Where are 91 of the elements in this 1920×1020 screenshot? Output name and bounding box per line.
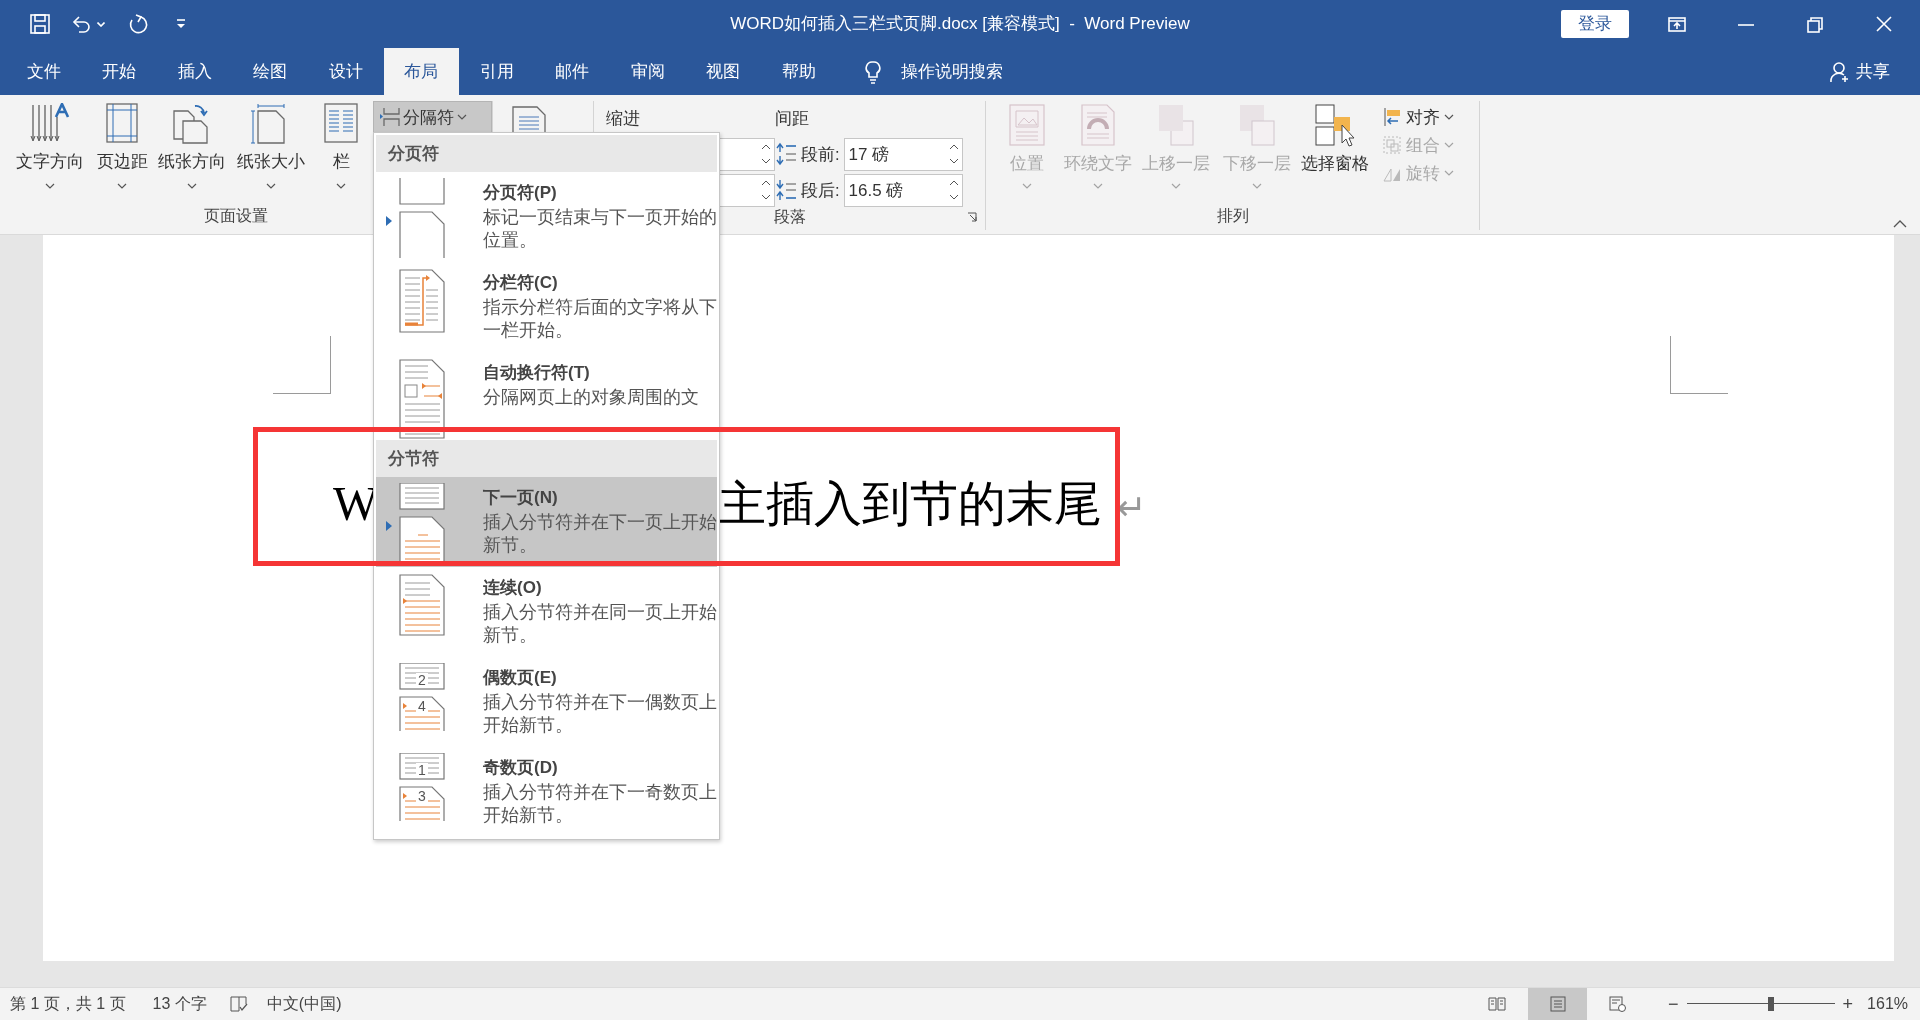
caret-icon [1444,114,1454,120]
caret-icon [1444,142,1454,148]
zoom-in-button[interactable]: + [1834,995,1862,1013]
document-text: W [333,476,379,532]
group-label: 排列 [1216,206,1249,227]
ribbon-button[interactable]: 纸张方向 [152,101,232,201]
caret-icon [266,183,276,189]
ribbon-tab[interactable]: 开始 [81,48,157,95]
ribbon-tab[interactable]: 布局 [383,48,459,95]
corner-mark [273,336,331,394]
caret-icon [187,183,197,189]
spacing-field[interactable]: 17 磅 [843,137,963,171]
collapse-ribbon-icon[interactable] [1893,220,1907,228]
caret-icon [1093,183,1103,189]
caret-icon [1022,183,1032,189]
ribbon-button[interactable]: 对齐 [1382,103,1454,131]
search-field[interactable]: 操作说明搜索 [900,58,1003,85]
section-label: 缩进 [606,108,641,129]
save-icon[interactable] [29,13,51,35]
close-icon[interactable] [1874,15,1893,33]
ribbon-button[interactable]: 纸张大小 [232,101,310,201]
paragraph-mark: ↵ [1116,486,1147,530]
ribbon-button[interactable]: 栏 [310,101,372,201]
caret-icon [1252,183,1262,189]
document-text: 主插入到节的末尾 [718,476,1103,532]
caret-icon [457,114,467,120]
page-break-icon [398,178,446,260]
text-wrapping-icon [398,358,446,440]
ribbon-tab[interactable]: 审阅 [610,48,686,95]
dropdown-caret-icon[interactable] [97,21,105,27]
sign-in-button[interactable]: 登录 [1561,10,1629,38]
breaks-button[interactable]: 分隔符 [373,101,492,133]
menu-item[interactable]: 连续(O) 插入分节符并在同一页上开始新节。 [376,567,717,657]
ribbon-button[interactable]: 页边距 [92,101,152,201]
view-icon [1607,995,1626,1013]
ribbon-tab[interactable]: 设计 [308,48,384,95]
caret-icon [1444,170,1454,176]
menu-item[interactable]: 下一页(N) 插入分节符并在下一页上开始新节。 [376,477,717,567]
section-label: 间距 [775,108,810,129]
selection-pane-icon [1314,103,1356,147]
window-title: WORD如何插入三栏式页脚.docx [兼容模式] - Word Preview [730,13,1190,36]
page-count: 第 1 页，共 1 页 [10,994,126,1014]
group-icon [1382,135,1402,155]
ribbon-tab[interactable]: 引用 [459,48,535,95]
ribbon-display-icon[interactable] [1667,15,1686,33]
menu-section-heading: 分节符 [376,440,717,477]
customize-icon[interactable] [175,19,187,29]
lightbulb-icon[interactable] [864,59,881,84]
menu-item[interactable]: 自动换行符(T) 分隔网页上的对象周围的文 [376,352,717,440]
menu-item[interactable]: 分栏符(C) 指示分栏符后面的文字将从下一栏开始。 [376,262,717,352]
word-count: 13 个字 [152,994,207,1014]
menu-item[interactable]: 1 3 奇数页(D) 插入分节符并在下一奇数页上开始新节。 [376,747,717,837]
zoom-out-button[interactable]: − [1660,995,1687,1013]
ribbon-button[interactable]: 文字方向 [8,101,92,201]
corner-mark [1670,336,1728,394]
caret-icon [117,183,127,189]
group-label: 段落 [773,206,806,227]
spacing-label: 段前: [801,143,840,165]
ribbon-tab[interactable]: 视图 [685,48,761,95]
view-icon [1548,995,1567,1013]
caret-icon [1171,183,1181,189]
redo-icon[interactable] [127,13,149,35]
ribbon-tab[interactable]: 帮助 [761,48,837,95]
view-icon [1487,995,1506,1013]
dialog-launcher-icon[interactable] [967,212,977,222]
ribbon-tab[interactable]: 邮件 [534,48,610,95]
group-label: 页面设置 [204,206,268,227]
ribbon-tab[interactable]: 文件 [6,48,82,95]
caret-icon [45,183,55,189]
share-button[interactable]: 共享 [1856,58,1890,85]
restore-icon[interactable] [1805,15,1824,33]
space-after-icon [775,178,797,202]
slider-thumb[interactable] [1767,997,1774,1011]
align-icon [1382,107,1402,127]
menu-section-heading: 分页符 [376,135,717,172]
language-status[interactable]: 中文(中国) [266,992,342,1016]
spacing-label: 段后: [801,179,840,201]
menu-item[interactable]: 分页符(P) 标记一页结束与下一页开始的位置。 [376,172,717,262]
ribbon-tab[interactable]: 插入 [157,48,233,95]
zoom-level[interactable]: 161% [1867,992,1908,1016]
caret-icon [336,183,346,189]
spacing-field[interactable]: 16.5 磅 [843,173,963,207]
breaks-icon [380,107,400,127]
zoom-slider[interactable] [1686,994,1835,1014]
position-icon [1006,103,1048,147]
space-before-icon [775,142,797,166]
ribbon-button[interactable]: 选择窗格 [1296,101,1374,201]
person-add-icon[interactable] [1830,60,1850,83]
ribbon-tab[interactable]: 绘图 [232,48,308,95]
proofing-icon[interactable] [228,995,249,1013]
menu-item[interactable]: 2 4 偶数页(E) 插入分节符并在下一偶数页上开始新节。 [376,657,717,747]
